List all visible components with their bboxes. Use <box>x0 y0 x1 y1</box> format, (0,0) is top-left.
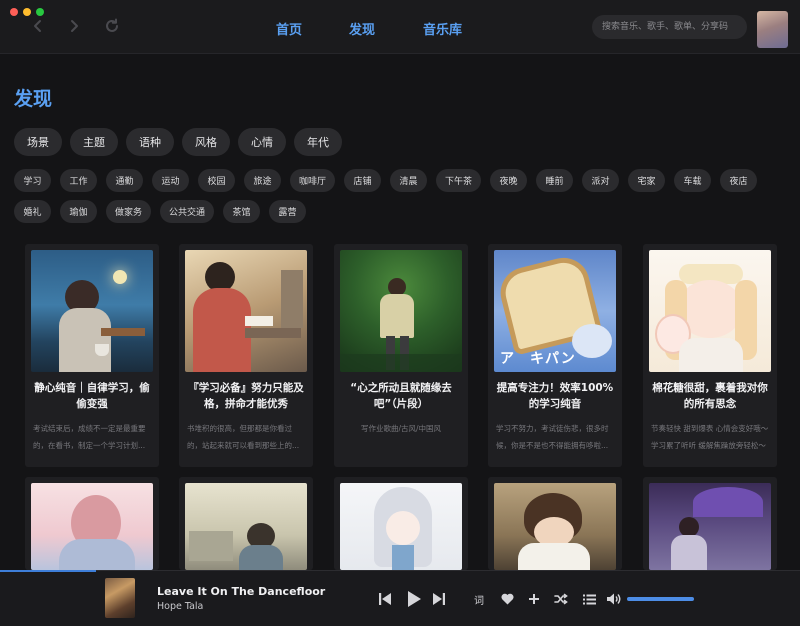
song-title[interactable]: Leave It On The Dancefloor <box>157 585 325 598</box>
playlist-card[interactable] <box>334 477 468 570</box>
tag-chip[interactable]: 公共交通 <box>160 200 215 223</box>
playlist-title: 提高专注力！效率100%的学习纯音 <box>496 382 614 410</box>
playlist-card[interactable] <box>25 477 159 570</box>
tag-chip[interactable]: 清晨 <box>390 169 428 192</box>
category-chip[interactable]: 语种 <box>126 128 174 156</box>
tag-chip[interactable]: 派对 <box>582 169 620 192</box>
playlist-cover: ア キパン <box>494 250 616 372</box>
tag-chip[interactable]: 露营 <box>269 200 307 223</box>
playlist-cover <box>340 483 462 570</box>
tab-library[interactable]: 音乐库 <box>423 19 462 38</box>
playlist-card[interactable] <box>488 477 622 570</box>
tag-chip[interactable]: 茶馆 <box>223 200 261 223</box>
tag-chip[interactable]: 运动 <box>152 169 189 192</box>
tab-home[interactable]: 首页 <box>276 19 302 38</box>
playlist-description: 写作业歌曲/古风/中国风 <box>360 424 442 433</box>
playlist-card[interactable]: 『学习必备』努力只能及格，拼命才能优秀 书堆积的很高，但那都是你看过的，站起来就… <box>179 244 313 467</box>
heart-icon[interactable] <box>499 591 515 607</box>
page-title: 发现 <box>14 88 53 110</box>
shuffle-icon[interactable] <box>553 591 569 607</box>
playback-progress-bar[interactable] <box>0 570 96 572</box>
song-artist[interactable]: Hope Tala <box>157 601 203 612</box>
tag-chip[interactable]: 学习 <box>14 169 51 192</box>
previous-track-icon[interactable] <box>377 591 393 607</box>
tag-chip[interactable]: 店铺 <box>344 169 382 192</box>
tag-chip[interactable]: 咖啡厅 <box>290 169 336 192</box>
volume-icon[interactable] <box>605 591 623 607</box>
tag-chip[interactable]: 工作 <box>60 169 97 192</box>
lyrics-button[interactable]: 词 <box>471 591 487 607</box>
album-cover[interactable] <box>105 578 135 618</box>
playlist-cover <box>649 250 771 372</box>
playlist-card[interactable] <box>643 477 777 570</box>
category-chip[interactable]: 年代 <box>294 128 342 156</box>
playlist-description: 节奏轻快 甜到爆表 心情会变好哦～ 学习累了听听 缓解焦躁放旁轻松～ <box>651 424 769 450</box>
playlist-cover <box>185 483 307 570</box>
category-chip[interactable]: 场景 <box>14 128 62 156</box>
close-window-button[interactable] <box>10 8 18 16</box>
playlist-title: 静心纯音｜自律学习，偷偷变强 <box>34 382 150 410</box>
playlist-cover <box>31 483 153 570</box>
category-row: 场景 主题 语种 风格 心情 年代 <box>14 128 342 156</box>
refresh-icon[interactable] <box>100 14 124 38</box>
play-icon[interactable] <box>404 589 424 609</box>
playlist-card[interactable] <box>179 477 313 570</box>
avatar[interactable] <box>757 11 788 48</box>
tag-chip[interactable]: 校园 <box>198 169 235 192</box>
next-track-icon[interactable] <box>431 591 447 607</box>
tag-chip[interactable]: 下午茶 <box>436 169 482 192</box>
playlist-card[interactable]: 棉花糖很甜，裹着我对你的所有思念 节奏轻快 甜到爆表 心情会变好哦～ 学习累了听… <box>643 244 777 467</box>
playlist-description: 考试结束后，成绩不一定是最重要的，在看书，制定一个学习计划... <box>33 424 146 450</box>
plus-icon[interactable] <box>526 591 542 607</box>
playlist-card[interactable]: “心之所动且就随缘去吧”（片段） 写作业歌曲/古风/中国风 <box>334 244 468 467</box>
tag-chip[interactable]: 旅途 <box>244 169 281 192</box>
playlist-cover <box>340 250 462 372</box>
playlist-description: 学习不努力，考试徒伤悲，很多时候，你是不是也不得能拥有哆啦... <box>496 424 609 450</box>
tag-chip[interactable]: 通勤 <box>106 169 143 192</box>
category-chip[interactable]: 主题 <box>70 128 118 156</box>
search-input[interactable] <box>592 15 747 39</box>
tag-chip[interactable]: 车载 <box>674 169 712 192</box>
tag-chip[interactable]: 婚礼 <box>14 200 51 223</box>
back-arrow-icon[interactable] <box>26 14 50 38</box>
playlist-cover <box>185 250 307 372</box>
playlist-cover <box>649 483 771 570</box>
playlist-cover <box>494 483 616 570</box>
volume-slider[interactable] <box>627 597 694 601</box>
tag-chip[interactable]: 睡前 <box>536 169 574 192</box>
tag-row-1: 学习 工作 通勤 运动 校园 旅途 咖啡厅 店铺 清晨 下午茶 夜晚 睡前 派对… <box>14 169 758 192</box>
playlist-title: 棉花糖很甜，裹着我对你的所有思念 <box>652 382 768 410</box>
tag-chip[interactable]: 夜晚 <box>490 169 528 192</box>
tab-discover[interactable]: 发现 <box>349 19 375 38</box>
playlist-title: 『学习必备』努力只能及格，拼命才能优秀 <box>188 382 304 410</box>
playlist-card[interactable]: 静心纯音｜自律学习，偷偷变强 考试结束后，成绩不一定是最重要的，在看书，制定一个… <box>25 244 159 467</box>
category-chip[interactable]: 心情 <box>238 128 286 156</box>
playlist-icon[interactable] <box>581 591 597 607</box>
tag-chip[interactable]: 瑜伽 <box>60 200 97 223</box>
playlist-title: “心之所动且就随缘去吧”（片段） <box>350 382 452 410</box>
tag-row-2: 婚礼 瑜伽 做家务 公共交通 茶馆 露营 <box>14 200 307 223</box>
tag-chip[interactable]: 宅家 <box>628 169 666 192</box>
playlist-description: 书堆积的很高，但那都是你看过的，站起来就可以看到那些上的... <box>187 424 300 450</box>
forward-arrow-icon[interactable] <box>62 14 86 38</box>
tag-chip[interactable]: 夜店 <box>720 169 758 192</box>
tag-chip[interactable]: 做家务 <box>106 200 152 223</box>
category-chip[interactable]: 风格 <box>182 128 230 156</box>
playlist-card[interactable]: ア キパン 提高专注力！效率100%的学习纯音 学习不努力，考试徒伤悲，很多时候… <box>488 244 622 467</box>
playlist-cover <box>31 250 153 372</box>
